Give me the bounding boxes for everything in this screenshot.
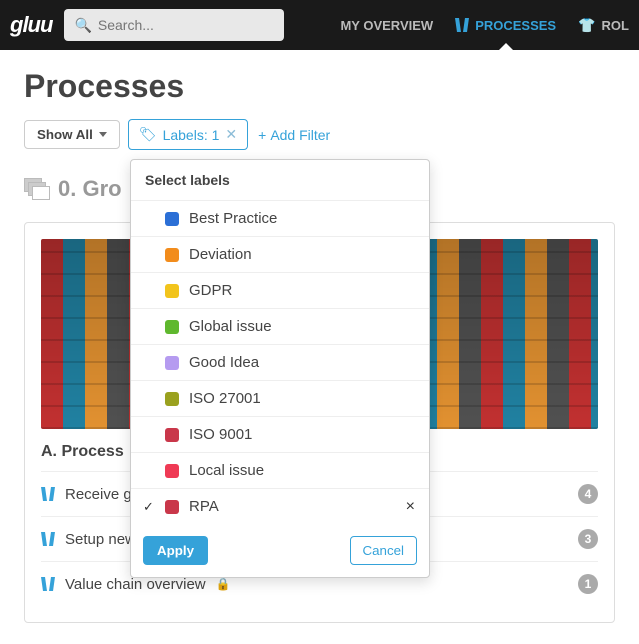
plus-icon: + bbox=[258, 127, 266, 143]
apply-button[interactable]: Apply bbox=[143, 536, 208, 565]
label-swatch bbox=[165, 392, 179, 406]
stack-icon bbox=[24, 178, 48, 200]
brand-logo: gluu bbox=[10, 12, 52, 38]
label-swatch bbox=[165, 320, 179, 334]
label-option[interactable]: Best Practice bbox=[131, 200, 429, 236]
label-swatch bbox=[165, 428, 179, 442]
road-icon bbox=[455, 18, 469, 32]
nav-label: MY OVERVIEW bbox=[340, 18, 433, 33]
group-title: 0. Gro bbox=[58, 176, 122, 202]
label-name: RPA bbox=[189, 498, 219, 515]
label-name: ISO 9001 bbox=[189, 426, 252, 443]
nav-label: PROCESSES bbox=[475, 18, 556, 33]
main-nav: MY OVERVIEW PROCESSES 👕 ROL bbox=[340, 0, 629, 50]
search-box[interactable]: 🔍 bbox=[64, 9, 284, 41]
process-count: 4 bbox=[578, 484, 598, 504]
road-icon bbox=[41, 577, 55, 591]
label-option[interactable]: ✓ RPA × bbox=[131, 488, 429, 524]
label-swatch bbox=[165, 356, 179, 370]
label-swatch bbox=[165, 464, 179, 478]
cancel-button[interactable]: Cancel bbox=[350, 536, 418, 565]
label-list: Best Practice Deviation GDPR Global issue Go… bbox=[131, 200, 429, 524]
label-swatch bbox=[165, 212, 179, 226]
top-bar: gluu 🔍 MY OVERVIEW PROCESSES 👕 ROL bbox=[0, 0, 639, 50]
label-option[interactable]: Deviation bbox=[131, 236, 429, 272]
label-swatch bbox=[165, 248, 179, 262]
search-input[interactable] bbox=[98, 17, 275, 33]
lock-icon: 🔒 bbox=[216, 577, 231, 591]
search-icon: 🔍 bbox=[74, 17, 91, 34]
label-name: GDPR bbox=[189, 282, 232, 299]
label-option[interactable]: Global issue bbox=[131, 308, 429, 344]
process-name: Value chain overview bbox=[65, 576, 206, 593]
label-name: Good Idea bbox=[189, 354, 259, 371]
process-count: 1 bbox=[578, 574, 598, 594]
remove-label-icon[interactable]: × bbox=[406, 499, 415, 515]
label-option[interactable]: ISO 27001 bbox=[131, 380, 429, 416]
label-option[interactable]: GDPR bbox=[131, 272, 429, 308]
popover-title: Select labels bbox=[131, 160, 429, 200]
remove-labels-filter-icon[interactable]: ✕ bbox=[225, 126, 237, 143]
labels-filter-chip[interactable]: 🏷 Labels: 1 ✕ bbox=[128, 119, 248, 150]
nav-label: ROL bbox=[602, 18, 629, 33]
label-swatch bbox=[165, 284, 179, 298]
process-count: 3 bbox=[578, 529, 598, 549]
check-icon: ✓ bbox=[143, 499, 154, 515]
add-filter-label: Add Filter bbox=[270, 127, 330, 143]
label-option[interactable]: Good Idea bbox=[131, 344, 429, 380]
page-title: Processes bbox=[24, 68, 615, 105]
road-icon bbox=[41, 532, 55, 546]
filter-bar: Show All 🏷 Labels: 1 ✕ + Add Filter Sele… bbox=[24, 119, 615, 150]
label-swatch bbox=[165, 500, 179, 514]
tshirt-icon: 👕 bbox=[578, 17, 595, 34]
labels-chip-text: Labels: 1 bbox=[163, 127, 220, 143]
label-name: Best Practice bbox=[189, 210, 277, 227]
label-name: ISO 27001 bbox=[189, 390, 261, 407]
show-all-label: Show All bbox=[37, 127, 93, 142]
label-option[interactable]: ISO 9001 bbox=[131, 416, 429, 452]
label-option[interactable]: Local issue bbox=[131, 452, 429, 488]
label-name: Global issue bbox=[189, 318, 272, 335]
add-filter-link[interactable]: + Add Filter bbox=[258, 127, 330, 143]
show-all-button[interactable]: Show All bbox=[24, 120, 120, 149]
label-name: Local issue bbox=[189, 462, 264, 479]
tag-icon: 🏷 bbox=[139, 126, 157, 143]
nav-processes[interactable]: PROCESSES bbox=[455, 0, 556, 50]
nav-my-overview[interactable]: MY OVERVIEW bbox=[340, 0, 433, 50]
labels-popover: Select labels Best Practice Deviation GDPR… bbox=[130, 159, 430, 578]
nav-roles[interactable]: 👕 ROL bbox=[578, 0, 629, 50]
label-name: Deviation bbox=[189, 246, 252, 263]
road-icon bbox=[41, 487, 55, 501]
